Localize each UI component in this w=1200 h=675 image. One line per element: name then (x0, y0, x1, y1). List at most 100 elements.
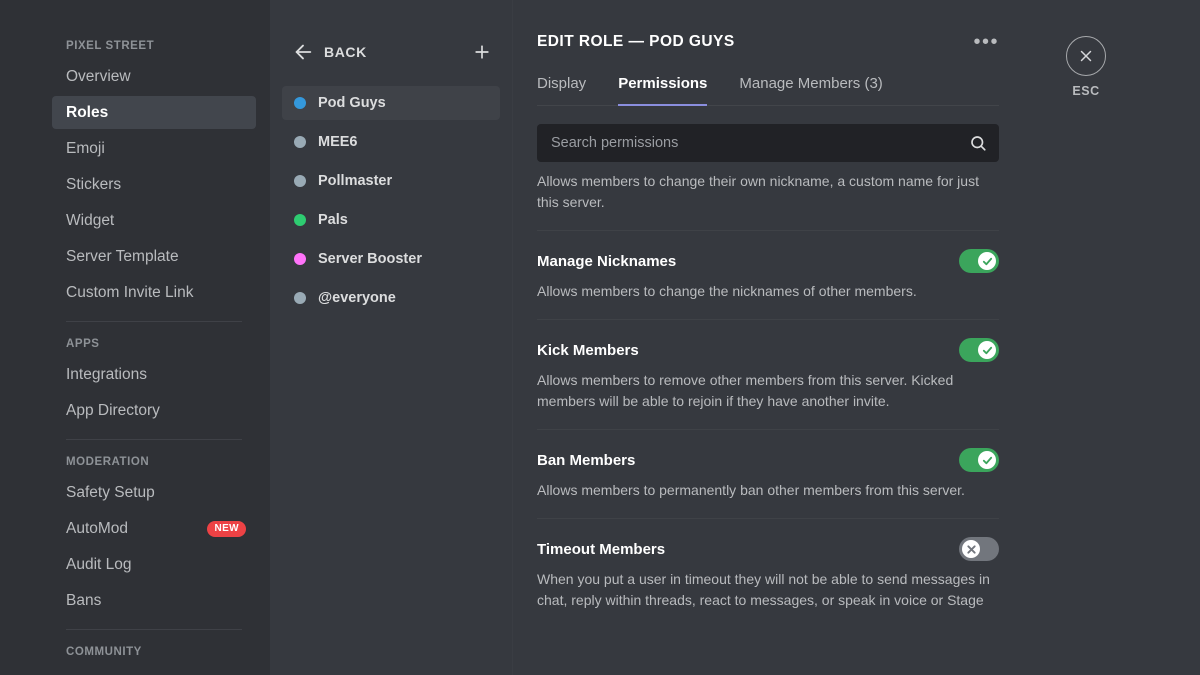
role-name-label: Pals (318, 212, 348, 228)
permission-divider (537, 518, 999, 519)
permission-header: Manage Nicknames (537, 249, 999, 273)
search-input[interactable] (551, 135, 969, 151)
ellipsis-icon[interactable]: ••• (973, 37, 999, 47)
sidebar-item-app-directory[interactable]: App Directory (52, 394, 256, 427)
tab-bar: Display Permissions Manage Members (3) (537, 75, 999, 106)
search-permissions-box[interactable] (537, 124, 999, 162)
permission-divider (537, 429, 999, 430)
status-badge: NEW (207, 521, 246, 537)
sidebar-sections: PIXEL STREET Overview Roles Emoji Stickers Wi… (0, 36, 270, 666)
permission-description: Allows members to change the nicknames o… (537, 281, 999, 302)
sidebar-item-label: Safety Setup (66, 484, 155, 502)
role-list-item[interactable]: @everyone (282, 281, 500, 315)
role-color-dot (294, 292, 306, 304)
sidebar-item-roles[interactable]: Roles (52, 96, 256, 129)
roles-list-panel: BACK Pod Guys MEE6 Pollmaster Pals Server Bo… (270, 0, 512, 675)
sidebar-item-label: Bans (66, 592, 101, 610)
permission-title: Kick Members (537, 342, 639, 359)
sidebar-item-integrations[interactable]: Integrations (52, 358, 256, 391)
role-name-label: MEE6 (318, 134, 358, 150)
permission-description: When you put a user in timeout they will… (537, 569, 999, 611)
sidebar-item-automod[interactable]: AutoMod NEW (52, 512, 256, 545)
arrow-left-icon[interactable] (292, 41, 314, 63)
sidebar-item-label: Roles (66, 104, 108, 122)
sidebar-item-stickers[interactable]: Stickers (52, 168, 256, 201)
sidebar-divider (66, 439, 242, 440)
permission-title: Ban Members (537, 452, 635, 469)
permission-divider (537, 319, 999, 320)
role-list-item[interactable]: Pals (282, 203, 500, 237)
permission-description: Allows members to remove other members f… (537, 370, 999, 412)
permission-description: Allows members to change their own nickn… (537, 171, 999, 213)
sidebar-section-header: MODERATION (52, 452, 256, 476)
settings-sidebar: PIXEL STREET Overview Roles Emoji Stickers Wi… (0, 0, 270, 675)
permission-header: Ban Members (537, 448, 999, 472)
sidebar-section-header: COMMUNITY (52, 642, 256, 666)
permission-toggle[interactable] (959, 249, 999, 273)
sidebar-section-header: APPS (52, 334, 256, 358)
sidebar-item-safety-setup[interactable]: Safety Setup (52, 476, 256, 509)
permission-description: Allows members to permanently ban other … (537, 480, 999, 501)
permission-toggle[interactable] (959, 448, 999, 472)
tab-display[interactable]: Display (537, 75, 586, 106)
back-button[interactable]: BACK (324, 44, 367, 60)
roles-list: Pod Guys MEE6 Pollmaster Pals Server Booster… (282, 86, 500, 315)
sidebar-item-label: Server Template (66, 248, 179, 266)
permission-row: Kick Members Allows members to remove oth… (537, 338, 999, 412)
sidebar-item-server-template[interactable]: Server Template (52, 240, 256, 273)
sidebar-item-emoji[interactable]: Emoji (52, 132, 256, 165)
esc-label: ESC (1072, 84, 1099, 98)
permission-divider (537, 230, 999, 231)
role-name-label: @everyone (318, 290, 396, 306)
sidebar-item-bans[interactable]: Bans (52, 584, 256, 617)
sidebar-item-label: Stickers (66, 176, 121, 194)
roles-panel-header: BACK (282, 36, 500, 68)
sidebar-item-label: Overview (66, 68, 131, 86)
tab-manage-members-3[interactable]: Manage Members (3) (739, 75, 882, 106)
role-list-item[interactable]: MEE6 (282, 125, 500, 159)
role-color-dot (294, 253, 306, 265)
sidebar-item-label: AutoMod (66, 520, 128, 538)
page-title: EDIT ROLE — POD GUYS (537, 33, 735, 51)
check-icon (978, 341, 996, 359)
permission-toggle[interactable] (959, 537, 999, 561)
role-list-item[interactable]: Server Booster (282, 242, 500, 276)
sidebar-item-widget[interactable]: Widget (52, 204, 256, 237)
role-editor-header: EDIT ROLE — POD GUYS ••• (537, 33, 999, 51)
close-icon[interactable] (1066, 36, 1106, 76)
permission-toggle[interactable] (959, 338, 999, 362)
add-role-button[interactable] (472, 42, 492, 62)
sidebar-item-label: Custom Invite Link (66, 284, 194, 302)
permission-row: Allows members to change their own nickn… (537, 171, 999, 213)
role-list-item[interactable]: Pod Guys (282, 86, 500, 120)
tab-permissions[interactable]: Permissions (618, 75, 707, 106)
check-icon (978, 451, 996, 469)
role-name-label: Pollmaster (318, 173, 392, 189)
permission-title: Timeout Members (537, 541, 665, 558)
role-color-dot (294, 97, 306, 109)
role-editor-panel: EDIT ROLE — POD GUYS ••• Display Permissi… (512, 0, 1028, 675)
sidebar-divider (66, 321, 242, 322)
role-name-label: Server Booster (318, 251, 422, 267)
esc-region: ESC (1028, 0, 1200, 675)
search-icon (969, 134, 987, 152)
permission-row: Ban Members Allows members to permanently… (537, 448, 999, 501)
permission-header: Timeout Members (537, 537, 999, 561)
sidebar-item-audit-log[interactable]: Audit Log (52, 548, 256, 581)
close-settings-button[interactable]: ESC (1050, 36, 1122, 98)
role-name-label: Pod Guys (318, 95, 386, 111)
sidebar-item-custom-invite-link[interactable]: Custom Invite Link (52, 276, 256, 309)
sidebar-item-overview[interactable]: Overview (52, 60, 256, 93)
sidebar-section-header: PIXEL STREET (52, 36, 256, 60)
permissions-list: Allows members to change their own nickn… (537, 171, 999, 611)
settings-window: PIXEL STREET Overview Roles Emoji Stickers Wi… (0, 0, 1200, 675)
sidebar-item-label: Emoji (66, 140, 105, 158)
role-list-item[interactable]: Pollmaster (282, 164, 500, 198)
close-icon (962, 540, 980, 558)
sidebar-item-label: App Directory (66, 402, 160, 420)
permission-title: Manage Nicknames (537, 253, 676, 270)
role-color-dot (294, 175, 306, 187)
permission-row: Timeout Members When you put a user in ti… (537, 537, 999, 611)
role-color-dot (294, 136, 306, 148)
permission-header: Kick Members (537, 338, 999, 362)
